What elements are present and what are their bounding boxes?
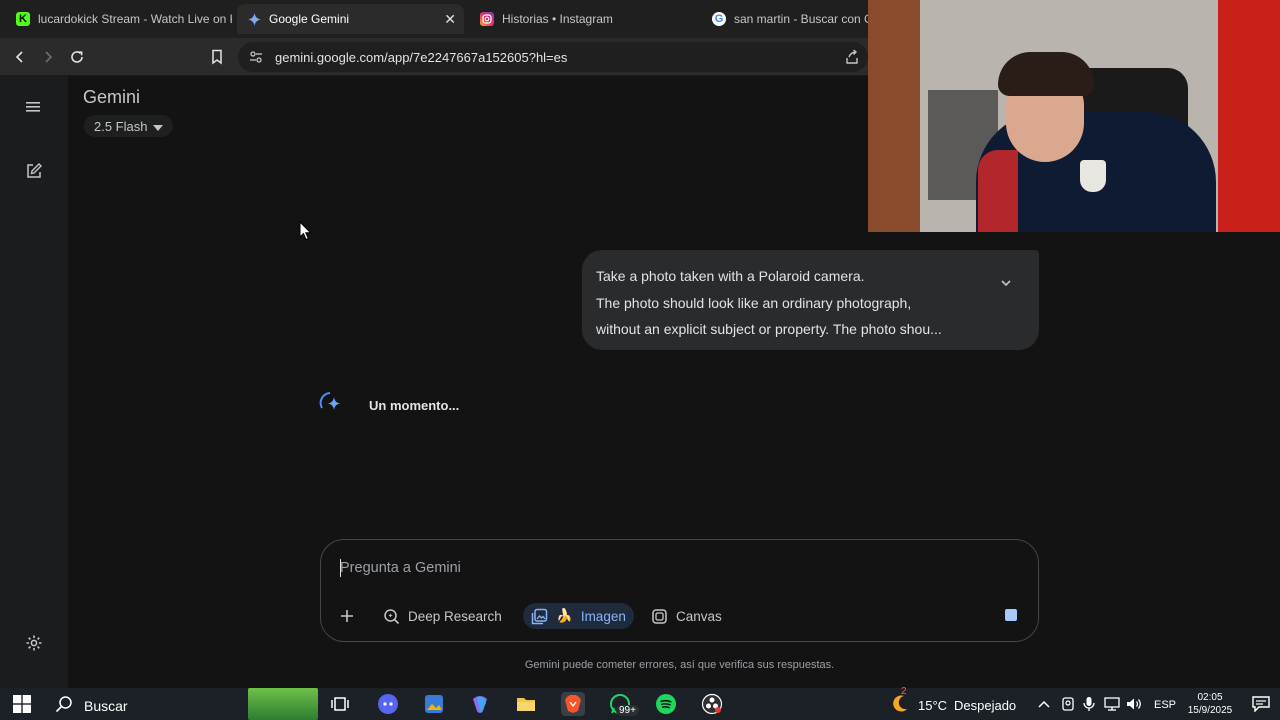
gemini-icon — [247, 12, 261, 26]
webcam-shirt-sleeve — [978, 150, 1018, 232]
prompt-line: The photo should look like an ordinary p… — [596, 294, 912, 311]
obs-icon[interactable] — [700, 692, 724, 716]
discord-icon[interactable] — [376, 692, 400, 716]
prompt-input-placeholder[interactable]: Pregunta a Gemini — [340, 560, 461, 576]
sidebar — [0, 76, 68, 688]
plus-icon — [341, 610, 353, 622]
input-language[interactable]: ESP — [1154, 699, 1176, 711]
loading-text: Un momento... — [369, 398, 460, 413]
caret-down-icon — [153, 119, 164, 134]
prompt-composer[interactable]: Pregunta a Gemini Deep Research 🍌 Imagen… — [320, 539, 1039, 642]
image-icon — [531, 608, 548, 624]
kick-icon: K — [16, 12, 30, 26]
canvas-button[interactable]: Canvas — [651, 603, 722, 629]
text-caret — [340, 559, 341, 577]
address-bar[interactable]: gemini.google.com/app/7e2247667a152605?h… — [238, 42, 868, 72]
gemini-spinner-icon — [318, 390, 344, 421]
settings-icon[interactable] — [25, 634, 43, 657]
task-view-icon[interactable] — [328, 692, 352, 716]
share-icon[interactable] — [844, 49, 860, 70]
app-title: Gemini — [83, 87, 141, 107]
photos-app-icon[interactable] — [422, 692, 446, 716]
canvas-icon — [652, 608, 667, 624]
tab-google[interactable]: G san martin - Buscar con Go — [702, 4, 870, 34]
screen: K lucardokick Stream - Watch Live on K G… — [0, 0, 1280, 720]
model-label: 2.5 Flash — [94, 118, 148, 134]
stop-generation-button[interactable] — [1005, 609, 1017, 621]
notifications-icon[interactable] — [1249, 692, 1273, 716]
tab-gemini[interactable]: Google Gemini ✕ — [237, 4, 464, 34]
clock-date: 15/9/2025 — [1187, 705, 1233, 716]
image-tool-button[interactable]: 🍌 Imagen — [523, 603, 634, 629]
taskbar-search-icon[interactable] — [52, 692, 76, 716]
model-selector[interactable]: 2.5 Flash — [84, 115, 174, 137]
tab-label: san martin - Buscar con Go — [734, 12, 870, 26]
webcam-hair — [998, 52, 1094, 96]
clock-time: 02:05 — [1197, 692, 1223, 703]
network-icon[interactable] — [1100, 692, 1124, 716]
microphone-icon[interactable] — [1077, 692, 1101, 716]
mouse-cursor-icon — [299, 220, 312, 246]
banana-icon: 🍌 — [556, 608, 573, 623]
menu-icon[interactable] — [25, 100, 41, 119]
deep-research-icon — [384, 608, 400, 624]
tab-kick[interactable]: K lucardokick Stream - Watch Live on K — [6, 4, 232, 34]
new-chat-icon[interactable] — [25, 162, 43, 185]
forward-icon[interactable] — [38, 47, 58, 67]
windows-start-icon[interactable] — [10, 692, 34, 716]
system-clock[interactable]: 02:05 15/9/2025 — [1184, 691, 1236, 717]
back-icon[interactable] — [10, 47, 30, 67]
webcam-red-wall — [1218, 0, 1280, 232]
weather-temperature[interactable]: 15°C — [918, 698, 947, 713]
webcam-overlay — [868, 0, 1280, 232]
webcam-door — [868, 0, 920, 232]
canvas-label: Canvas — [676, 608, 722, 624]
url-text: gemini.google.com/app/7e2247667a152605?h… — [275, 50, 568, 65]
google-icon: G — [712, 12, 726, 26]
weather-condition[interactable]: Despejado — [954, 698, 1016, 713]
search-highlight-image — [248, 688, 318, 720]
tab-label: Historias • Instagram — [502, 12, 613, 26]
deep-research-button[interactable]: Deep Research — [383, 603, 502, 629]
add-attachment-button[interactable] — [340, 603, 354, 629]
windows-taskbar: Buscar 99+ 2 15°C Despejado ESP — [0, 686, 1280, 720]
bookmark-icon[interactable] — [207, 47, 227, 67]
file-explorer-icon[interactable] — [514, 692, 538, 716]
loading-indicator: Un momento... — [318, 390, 459, 421]
tab-label: Google Gemini — [269, 12, 350, 26]
image-tool-label: Imagen — [580, 608, 626, 624]
prompt-line: without an explicit subject or property.… — [596, 321, 942, 337]
whatsapp-badge: 99+ — [616, 705, 639, 716]
expand-chevron-icon[interactable] — [999, 272, 1013, 287]
volume-icon[interactable] — [1122, 692, 1146, 716]
prompt-line: Take a photo taken with a Polaroid camer… — [596, 268, 865, 284]
user-prompt-bubble: Take a photo taken with a Polaroid camer… — [582, 250, 1039, 350]
instagram-icon — [480, 12, 494, 26]
deep-research-label: Deep Research — [408, 608, 502, 624]
weather-icon[interactable] — [887, 692, 911, 716]
close-tab-icon[interactable]: ✕ — [444, 11, 456, 28]
tab-instagram[interactable]: Historias • Instagram — [470, 4, 698, 34]
chevron-up-icon[interactable] — [1032, 692, 1056, 716]
site-settings-icon[interactable] — [249, 50, 263, 69]
reload-icon[interactable] — [67, 47, 87, 67]
tab-label: lucardokick Stream - Watch Live on K — [38, 12, 232, 26]
webcam-shirt-crest — [1080, 160, 1106, 192]
weather-alert-badge: 2 — [901, 686, 907, 697]
spotify-icon[interactable] — [654, 692, 678, 716]
taskbar-search-label[interactable]: Buscar — [84, 698, 128, 714]
brave-browser-icon[interactable] — [561, 692, 585, 716]
disclaimer-text: Gemini puede cometer errores, así que ve… — [524, 659, 835, 671]
copilot-icon[interactable] — [468, 692, 492, 716]
